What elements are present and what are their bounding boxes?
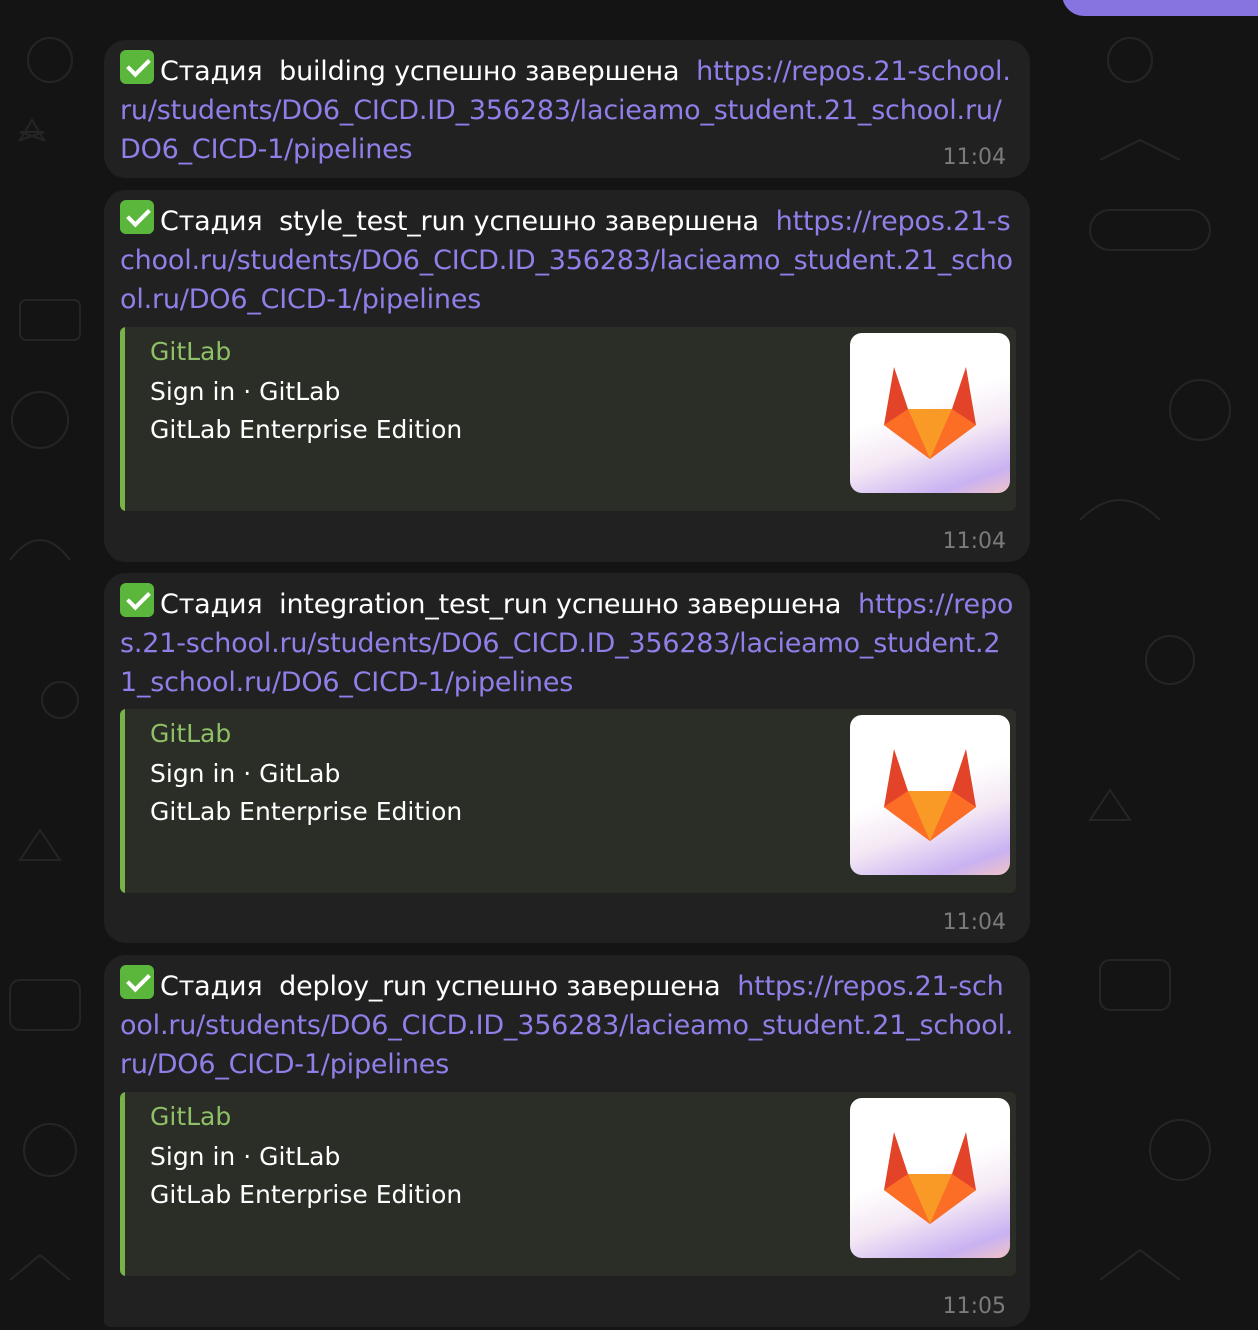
- stage-name: building: [279, 56, 386, 87]
- stage-name: integration_test_run: [279, 589, 548, 620]
- message-bubble[interactable]: Стадия deploy_run успешно завершена http…: [104, 955, 1030, 1327]
- stage-status: успешно завершена: [473, 206, 759, 237]
- outgoing-message-bubble[interactable]: [1062, 0, 1258, 16]
- message-time: 11:05: [942, 1294, 1006, 1319]
- preview-thumbnail[interactable]: [850, 1098, 1010, 1258]
- preview-accent-bar: [120, 709, 125, 893]
- message-time: 11:04: [942, 145, 1006, 170]
- preview-thumbnail[interactable]: [850, 333, 1010, 493]
- preview-thumbnail[interactable]: [850, 715, 1010, 875]
- check-mark-button-icon: [120, 50, 154, 84]
- stage-prefix: Стадия: [160, 971, 263, 1002]
- gitlab-logo-icon: [884, 367, 976, 459]
- message-time: 11:04: [942, 529, 1006, 554]
- check-mark-button-icon: [120, 200, 154, 234]
- message-text: Стадия style_test_run успешно завершена …: [120, 200, 1016, 319]
- preview-accent-bar: [120, 1092, 125, 1276]
- gitlab-logo-icon: [884, 1132, 976, 1224]
- stage-name: deploy_run: [279, 971, 427, 1002]
- check-mark-button-icon: [120, 965, 154, 999]
- preview-title: Sign in · GitLab: [150, 759, 341, 788]
- preview-description: GitLab Enterprise Edition: [150, 415, 463, 444]
- gitlab-logo-icon: [884, 749, 976, 841]
- stage-status: успешно завершена: [394, 56, 680, 87]
- check-mark-button-icon: [120, 583, 154, 617]
- stage-prefix: Стадия: [160, 589, 263, 620]
- preview-title: Sign in · GitLab: [150, 377, 341, 406]
- stage-status: успешно завершена: [556, 589, 842, 620]
- preview-description: GitLab Enterprise Edition: [150, 797, 463, 826]
- message-bubble[interactable]: Стадия style_test_run успешно завершена …: [104, 190, 1030, 562]
- stage-status: успешно завершена: [435, 971, 721, 1002]
- preview-description: GitLab Enterprise Edition: [150, 1180, 463, 1209]
- preview-site-name: GitLab: [150, 337, 232, 366]
- link-preview[interactable]: GitLab Sign in · GitLab GitLab Enterpris…: [120, 1092, 1016, 1276]
- link-preview[interactable]: GitLab Sign in · GitLab GitLab Enterpris…: [120, 327, 1016, 511]
- message-text: Стадия deploy_run успешно завершена http…: [120, 965, 1016, 1084]
- preview-site-name: GitLab: [150, 1102, 232, 1131]
- stage-prefix: Стадия: [160, 56, 263, 87]
- message-text: Стадия building успешно завершена https:…: [120, 50, 1016, 169]
- link-preview[interactable]: GitLab Sign in · GitLab GitLab Enterpris…: [120, 709, 1016, 893]
- message-bubble[interactable]: Стадия building успешно завершена https:…: [104, 40, 1030, 178]
- message-time: 11:04: [942, 910, 1006, 935]
- message-text: Стадия integration_test_run успешно заве…: [120, 583, 1016, 702]
- preview-accent-bar: [120, 327, 125, 511]
- preview-title: Sign in · GitLab: [150, 1142, 341, 1171]
- message-bubble[interactable]: Стадия integration_test_run успешно заве…: [104, 573, 1030, 943]
- stage-name: style_test_run: [279, 206, 466, 237]
- stage-prefix: Стадия: [160, 206, 263, 237]
- preview-site-name: GitLab: [150, 719, 232, 748]
